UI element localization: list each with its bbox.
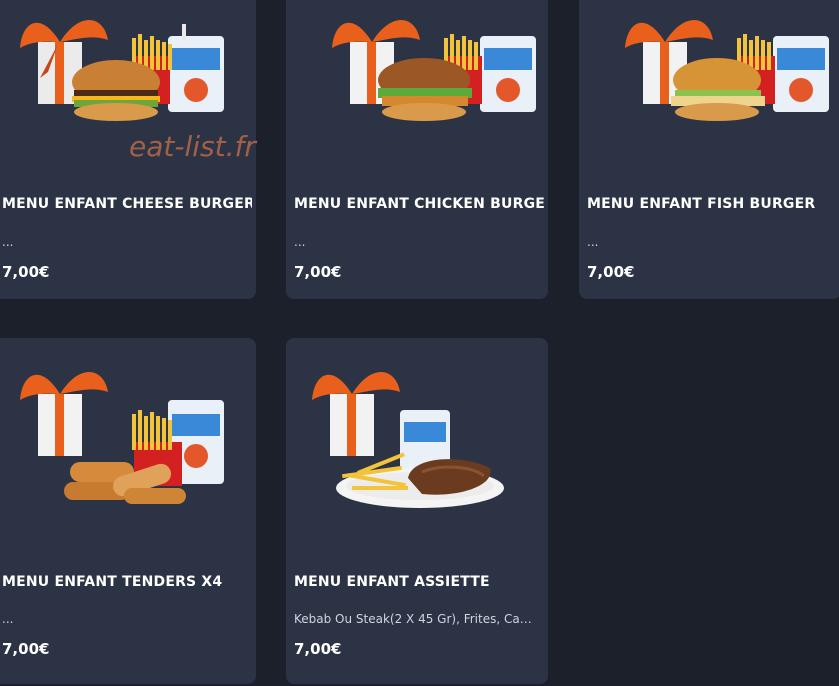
kids-menu-tenders-image (20, 371, 224, 504)
menu-item-price: 7,00€ (294, 263, 342, 281)
menu-item-title: MENU ENFANT CHEESE BURGER (2, 196, 252, 212)
kids-menu-fishburger-image (625, 19, 829, 121)
menu-item-card-tenders[interactable]: MENU ENFANT TENDERS X4 ... 7,00€ (0, 338, 256, 684)
menu-item-title: MENU ENFANT CHICKEN BURGER (294, 196, 544, 212)
menu-item-price: 7,00€ (587, 263, 635, 281)
kids-menu-plate-image (312, 371, 504, 508)
watermark: eat-list.fr (129, 130, 256, 163)
menu-item-card-chicken-burger[interactable]: MENU ENFANT CHICKEN BURGER ... 7,00€ (286, 0, 548, 299)
menu-item-description: Kebab Ou Steak(2 X 45 Gr), Frites, Cap..… (294, 612, 538, 626)
menu-item-card-fish-burger[interactable]: MENU ENFANT FISH BURGER ... 7,00€ (579, 0, 839, 299)
menu-item-price: 7,00€ (2, 640, 50, 658)
menu-item-title: MENU ENFANT TENDERS X4 (2, 574, 223, 590)
menu-item-title: MENU ENFANT ASSIETTE (294, 574, 490, 590)
menu-item-description: ... (587, 235, 599, 249)
menu-item-description: ... (2, 235, 14, 249)
menu-item-card-assiette[interactable]: MENU ENFANT ASSIETTE Kebab Ou Steak(2 X … (286, 338, 548, 684)
kids-menu-chickenburger-image (332, 19, 536, 121)
menu-item-price: 7,00€ (2, 263, 50, 281)
menu-item-description: ... (2, 612, 14, 626)
menu-item-title: MENU ENFANT FISH BURGER (587, 196, 816, 212)
menu-item-price: 7,00€ (294, 640, 342, 658)
menu-item-description: ... (294, 235, 306, 249)
